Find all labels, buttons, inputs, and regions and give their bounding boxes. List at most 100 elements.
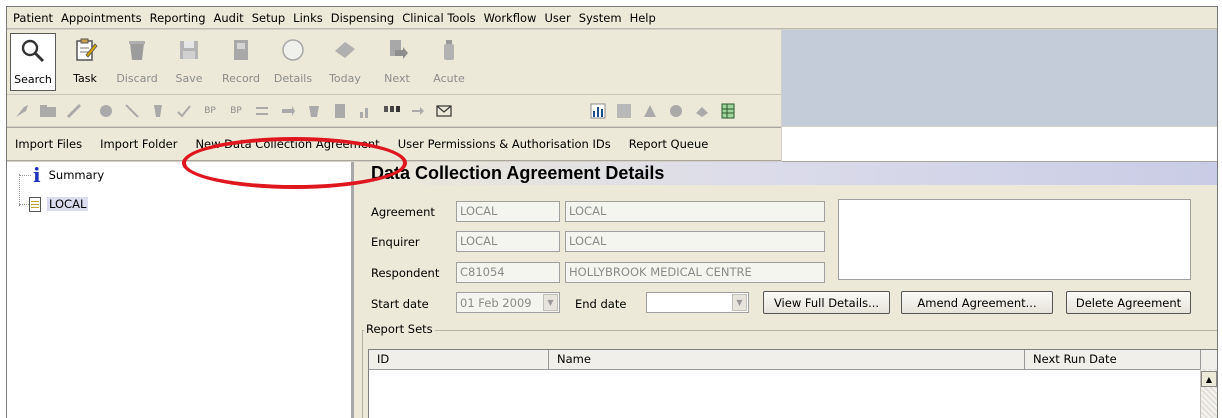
acute-button[interactable]: Acute (426, 33, 472, 91)
agreement-notes-box[interactable] (838, 199, 1191, 280)
toolbar-area: Search Task Discard Save Record Details … (7, 30, 781, 126)
menu-user[interactable]: User (544, 11, 570, 25)
record-button[interactable]: Record (218, 33, 264, 91)
column-header-id[interactable]: ID (369, 350, 549, 369)
tree-connector (19, 204, 29, 205)
end-date-label: End date (575, 297, 627, 311)
tree-item-local-label: LOCAL (47, 197, 89, 211)
menu-reporting[interactable]: Reporting (150, 11, 206, 25)
bp-icon-1[interactable]: BP (199, 100, 221, 122)
menu-appointments[interactable]: Appointments (61, 11, 142, 25)
document-icon[interactable] (329, 100, 351, 122)
shape-icon-3[interactable] (691, 100, 713, 122)
next-button[interactable]: Next (374, 33, 420, 91)
tree-item-summary[interactable]: i Summary (33, 165, 105, 185)
acute-label: Acute (433, 72, 465, 85)
menu-setup[interactable]: Setup (252, 11, 285, 25)
enquirer-name-field[interactable]: LOCAL (565, 231, 825, 252)
tree-connector (19, 175, 31, 176)
clipboard-icon (71, 36, 99, 64)
respondent-code-field[interactable]: C81054 (456, 262, 560, 283)
discard-button[interactable]: Discard (114, 33, 160, 91)
agreement-details-panel: Data Collection Agreement Details Agreem… (354, 162, 1217, 418)
menu-audit[interactable]: Audit (214, 11, 244, 25)
beaker-icon[interactable] (147, 100, 169, 122)
vertical-scrollbar[interactable]: ▲ (1200, 369, 1217, 418)
folder-icon[interactable] (37, 100, 59, 122)
bp-icon-2[interactable]: BP (225, 100, 247, 122)
next-icon (383, 36, 411, 64)
task-label: Task (73, 72, 97, 85)
today-button[interactable]: Today (322, 33, 368, 91)
details-label: Details (273, 72, 313, 85)
report-sets-table: ID Name Next Run Date ▲ (368, 349, 1217, 418)
syringe-icon[interactable] (63, 100, 85, 122)
chart-person-icon[interactable] (355, 100, 377, 122)
menu-links[interactable]: Links (293, 11, 323, 25)
view-full-details-button[interactable]: View Full Details... (763, 291, 890, 314)
table-header: ID Name Next Run Date (369, 350, 1217, 370)
chevron-down-icon[interactable]: ▼ (543, 294, 558, 311)
highlight-ellipse (182, 137, 407, 189)
report-queue-button[interactable]: Report Queue (629, 137, 709, 151)
start-date-picker[interactable]: 01 Feb 2009 ▼ (456, 292, 560, 313)
respondent-name-field[interactable]: HOLLYBROOK MEDICAL CENTRE (565, 262, 825, 283)
details-button[interactable]: Details (270, 33, 316, 91)
save-label: Save (175, 72, 203, 85)
shape-icon-2[interactable] (665, 100, 687, 122)
tree-connector (19, 174, 20, 206)
pills-icon[interactable] (381, 100, 403, 122)
enquirer-label: Enquirer (371, 235, 420, 249)
grid-icon[interactable] (613, 100, 635, 122)
envelope-icon[interactable] (433, 100, 455, 122)
pen-icon[interactable] (121, 100, 143, 122)
circle-icon (279, 36, 307, 64)
bar-chart-icon[interactable] (587, 100, 609, 122)
column-header-name[interactable]: Name (549, 350, 1025, 369)
delete-agreement-button[interactable]: Delete Agreement (1066, 291, 1191, 314)
cup-icon[interactable] (303, 100, 325, 122)
tree-item-summary-label: Summary (48, 168, 105, 182)
menu-system[interactable]: System (579, 11, 622, 25)
shape-icon-1[interactable] (639, 100, 661, 122)
menu-clinical-tools[interactable]: Clinical Tools (402, 11, 475, 25)
save-button[interactable]: Save (166, 33, 212, 91)
menu-workflow[interactable]: Workflow (484, 11, 537, 25)
task-button[interactable]: Task (62, 33, 108, 91)
start-date-label: Start date (371, 297, 429, 311)
record-icon (227, 36, 255, 64)
enquirer-code-field[interactable]: LOCAL (456, 231, 560, 252)
next-label: Next (384, 72, 410, 85)
tree-item-local[interactable]: LOCAL (29, 195, 89, 213)
start-date-value: 01 Feb 2009 (460, 296, 532, 310)
head-icon[interactable] (95, 100, 117, 122)
tick-icon[interactable] (173, 100, 195, 122)
spreadsheet-icon[interactable] (717, 100, 739, 122)
search-button[interactable]: Search (10, 33, 56, 91)
discard-label: Discard (116, 72, 158, 85)
floppy-disk-icon (175, 36, 203, 64)
chevron-down-icon[interactable]: ▼ (732, 294, 747, 311)
end-date-picker[interactable]: ▼ (646, 292, 749, 313)
column-header-next-run-date[interactable]: Next Run Date (1025, 350, 1201, 369)
arrows-icon[interactable] (251, 100, 273, 122)
search-label: Search (14, 73, 52, 86)
application-window: Patient Appointments Reporting Audit Set… (6, 6, 1218, 418)
agreement-name-field[interactable]: LOCAL (565, 201, 825, 222)
import-files-button[interactable]: Import Files (15, 137, 82, 151)
scroll-up-icon[interactable]: ▲ (1201, 371, 1217, 387)
tool-icon-1[interactable] (11, 100, 33, 122)
main-toolbar: Search Task Discard Save Record Details … (7, 30, 781, 95)
menu-dispensing[interactable]: Dispensing (331, 11, 394, 25)
magnifier-icon (19, 37, 47, 65)
arrow-right-icon[interactable] (407, 100, 429, 122)
panel-title: Data Collection Agreement Details (354, 162, 1217, 185)
import-folder-button[interactable]: Import Folder (100, 137, 177, 151)
amend-agreement-button[interactable]: Amend Agreement... (901, 291, 1053, 314)
transfer-icon[interactable] (277, 100, 299, 122)
agreement-code-field[interactable]: LOCAL (456, 201, 560, 222)
bottle-icon (435, 36, 463, 64)
menu-patient[interactable]: Patient (13, 11, 53, 25)
menu-help[interactable]: Help (630, 11, 656, 25)
user-permissions-button[interactable]: User Permissions & Authorisation IDs (398, 137, 611, 151)
